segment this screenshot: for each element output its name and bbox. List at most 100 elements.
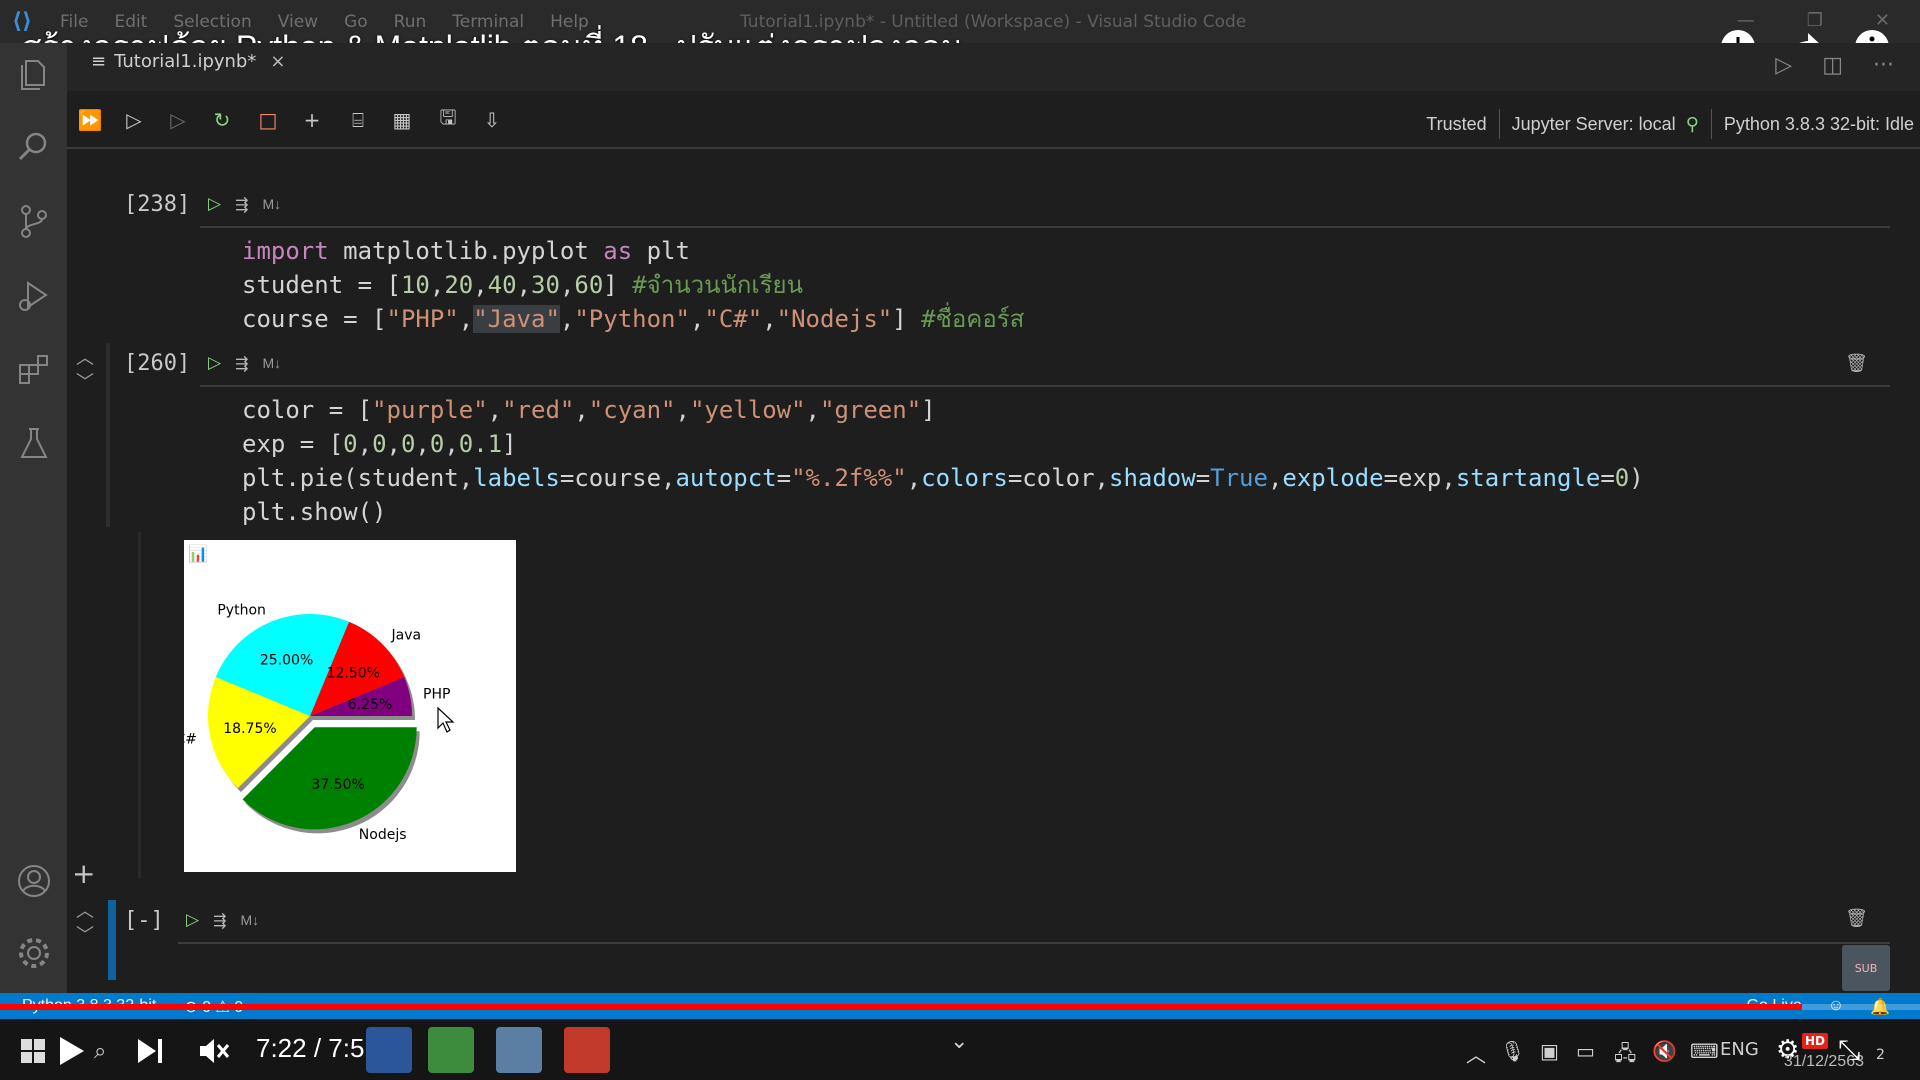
battery-icon[interactable]: ▭	[1576, 1039, 1595, 1063]
move-up-icon[interactable]: ︿	[76, 347, 94, 371]
move-down-icon[interactable]: ﹀	[76, 924, 94, 948]
add-cell-toolbar-icon[interactable]: +	[297, 105, 327, 135]
camtasia-task-icon[interactable]	[428, 1027, 474, 1073]
export-icon[interactable]: ⇩	[477, 105, 507, 135]
code-token: #จำนวนนักเรียน	[632, 271, 803, 299]
code-line[interactable]: import matplotlib.pyplot as plt	[242, 234, 1024, 268]
app-task-icon[interactable]	[496, 1027, 542, 1073]
run-all-icon[interactable]: ⏩	[75, 105, 105, 135]
code-token: )	[1629, 464, 1644, 492]
run-cell-icon[interactable]: ▷	[186, 910, 199, 930]
variables-icon[interactable]: ▦	[387, 105, 417, 135]
jupyter-server-label[interactable]: Jupyter Server: local	[1512, 114, 1676, 135]
subscribe-watermark-icon[interactable]: SUB	[1842, 945, 1890, 991]
code-line[interactable]: plt.show()	[242, 495, 1644, 529]
run-below-cell-icon[interactable]: ⇶	[235, 195, 248, 214]
delete-cell-icon[interactable]: 🗑	[1845, 908, 1868, 929]
cell-code[interactable]: color = ["purple","red","cyan","yellow",…	[242, 393, 1644, 529]
chevron-down-icon[interactable]: ⌄	[950, 1029, 968, 1054]
notification-count[interactable]: 2	[1876, 1047, 1885, 1063]
run-cell-icon[interactable]: ▷	[208, 194, 221, 214]
source-control-icon[interactable]	[14, 201, 54, 241]
cell-move-arrows: ︿ ﹀	[76, 900, 94, 948]
code-token: course = [	[242, 305, 387, 333]
code-token: "Nodejs"	[776, 305, 893, 333]
markdown-toggle[interactable]: M↓	[262, 196, 281, 212]
code-token: =exp,	[1383, 464, 1456, 492]
move-up-icon[interactable]: ︿	[76, 900, 94, 924]
tray-expand-icon[interactable]: ︿	[1466, 1039, 1486, 1068]
testing-flask-icon[interactable]	[14, 423, 54, 463]
restart-kernel-icon[interactable]: ↻	[207, 105, 237, 135]
play-icon[interactable]	[58, 1031, 86, 1071]
move-down-icon[interactable]: ﹀	[76, 371, 94, 395]
code-line[interactable]: color = ["purple","red","cyan","yellow",…	[242, 393, 1644, 427]
run-file-icon[interactable]: ▷	[1775, 53, 1792, 78]
network-icon[interactable]: 🖧	[1614, 1039, 1636, 1073]
run-below-cell-icon[interactable]: ⇶	[213, 911, 226, 930]
delete-cell-icon[interactable]: 🗑	[1845, 353, 1868, 374]
cell-code[interactable]: import matplotlib.pyplot as plt student =…	[242, 234, 1024, 336]
clear-outputs-icon[interactable]: ⌸	[343, 105, 373, 135]
extensions-icon[interactable]	[14, 349, 54, 389]
code-token: 0	[1614, 464, 1630, 492]
pie-label: PHP	[423, 687, 450, 703]
code-token: plt.pie(student,	[242, 464, 474, 492]
run-below-cell-icon[interactable]: ⇶	[235, 354, 248, 373]
exit-fullscreen-icon[interactable]: ⤡	[1838, 1033, 1860, 1067]
code-cell-empty[interactable]: ︿ ﹀ [-] ▷ ⇶ M↓ 🗑	[76, 900, 1890, 980]
interrupt-kernel-icon[interactable]: □	[253, 105, 283, 135]
more-actions-icon[interactable]: ···	[1873, 53, 1894, 78]
code-token: =color,	[1007, 464, 1109, 492]
code-line[interactable]: course = ["PHP","Java","Python","C#","No…	[242, 302, 1024, 336]
code-token: 30	[531, 271, 560, 299]
video-progress-bar[interactable]	[0, 1004, 1920, 1010]
pie-pct-label: 18.75%	[223, 721, 276, 737]
code-line[interactable]: student = [10,20,40,30,60] #จำนวนนักเรีย…	[242, 268, 1024, 302]
code-line[interactable]: exp = [0,0,0,0,0.1]	[242, 427, 1644, 461]
run-above-icon[interactable]: ▷	[119, 105, 149, 135]
run-cell-icon[interactable]: ▷	[208, 353, 221, 373]
code-token: 60	[574, 271, 604, 299]
keyboard-icon[interactable]: ⌨	[1690, 1039, 1719, 1063]
trusted-label[interactable]: Trusted	[1426, 114, 1486, 135]
code-token: ]	[892, 305, 922, 333]
code-token: #ชื่อคอร์ส	[921, 305, 1025, 333]
vscode-task-icon[interactable]	[366, 1027, 412, 1073]
save-icon[interactable]: 🖫	[433, 105, 463, 135]
run-below-icon[interactable]: ▷	[163, 105, 193, 135]
tab-close-icon[interactable]: ×	[270, 51, 285, 72]
cell-move-arrows: ︿ ﹀	[76, 347, 94, 395]
split-editor-icon[interactable]: ◫	[1822, 53, 1843, 78]
mute-icon[interactable]	[198, 1031, 230, 1071]
next-video-icon[interactable]	[136, 1031, 166, 1071]
code-cell-238[interactable]: [238] ▷ ⇶ M↓ import matplotlib.pyplot as…	[110, 184, 1890, 333]
markdown-toggle[interactable]: M↓	[240, 912, 259, 928]
language-indicator[interactable]: ENG	[1720, 1039, 1759, 1060]
windows-start-icon[interactable]	[20, 1031, 46, 1071]
tray-app-icon[interactable]: ▣	[1540, 1039, 1559, 1063]
recorder-task-icon[interactable]	[564, 1027, 610, 1073]
run-debug-icon[interactable]	[14, 275, 54, 315]
settings-gear-icon[interactable]	[14, 933, 54, 973]
pie-pct-label: 25.00%	[260, 652, 313, 668]
code-line[interactable]: plt.pie(student,labels=course,autopct="%…	[242, 461, 1644, 495]
search-icon[interactable]	[14, 127, 54, 167]
microphone-icon[interactable]: 🎙	[1500, 1039, 1525, 1063]
plot-viewer-icon[interactable]: 📊	[188, 544, 208, 563]
mouse-cursor-icon	[437, 706, 455, 733]
tab-tutorial1[interactable]: ≡ Tutorial1.ipynb* ×	[91, 51, 285, 72]
code-token: ,	[357, 430, 373, 458]
account-icon[interactable]	[14, 861, 54, 901]
code-token: autopct	[675, 464, 777, 492]
code-cell-260[interactable]: ︿ ﹀ [260] ▷ ⇶ M↓ 🗑 color = ["purple","re…	[76, 343, 1890, 529]
code-token: =	[1195, 464, 1211, 492]
markdown-toggle[interactable]: M↓	[262, 355, 281, 371]
taskbar-search-icon[interactable]: ⌕	[94, 1031, 106, 1071]
kernel-label[interactable]: Python 3.8.3 32-bit: Idle	[1724, 114, 1914, 135]
file-lines-icon: ≡	[91, 51, 107, 72]
explorer-icon[interactable]	[14, 53, 54, 93]
add-cell-button[interactable]: +	[72, 857, 95, 890]
code-token: ]	[502, 430, 517, 458]
volume-muted-icon[interactable]: 🔇	[1652, 1039, 1677, 1063]
